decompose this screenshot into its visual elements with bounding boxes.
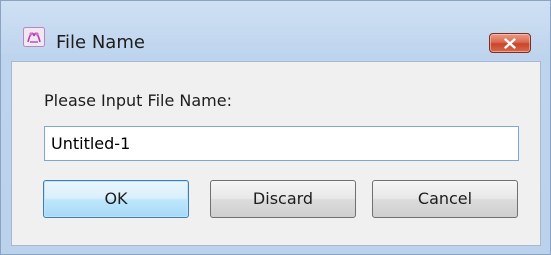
- window-title: File Name: [56, 32, 145, 53]
- close-icon: [504, 38, 516, 49]
- dialog-body: Please Input File Name: OK Discard Cance…: [11, 61, 541, 246]
- ok-button[interactable]: OK: [43, 180, 189, 218]
- title-bar[interactable]: File Name: [1, 1, 550, 61]
- cancel-button[interactable]: Cancel: [372, 180, 518, 218]
- filename-input[interactable]: [44, 126, 519, 161]
- dialog-window: File Name Please Input File Name: OK Dis…: [0, 0, 551, 255]
- app-icon: [23, 27, 45, 47]
- close-button[interactable]: [489, 33, 531, 53]
- discard-button[interactable]: Discard: [210, 180, 356, 218]
- filename-prompt-label: Please Input File Name:: [44, 91, 232, 110]
